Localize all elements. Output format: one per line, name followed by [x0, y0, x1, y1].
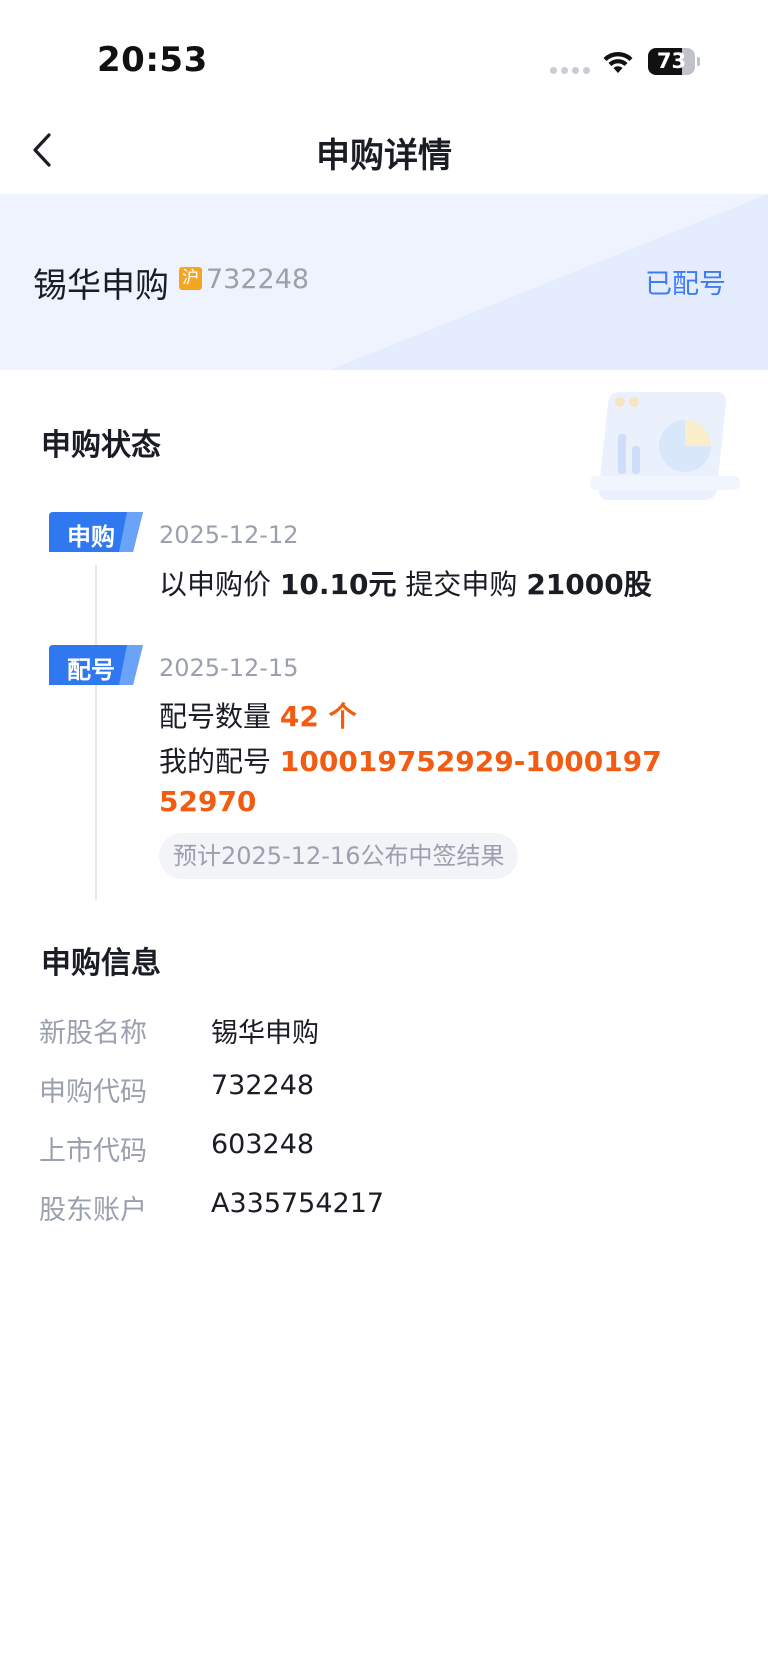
step-date: 2025-12-15 — [159, 654, 299, 682]
page-title: 申购详情 — [316, 136, 452, 176]
allotment-count: 配号数量 42 个 — [159, 700, 357, 733]
navigation-bar: 申购详情 — [0, 110, 768, 194]
allotment-count-value: 42 个 — [279, 700, 357, 733]
battery-level: 73 — [656, 49, 687, 73]
status-time: 20:53 — [97, 40, 208, 80]
cellular-signal-icon — [550, 67, 590, 74]
section-title-info: 申购信息 — [41, 946, 161, 981]
step-badge-allotment: 配号 — [49, 645, 143, 685]
subscribe-shares: 21000股 — [526, 568, 652, 601]
section-title-status: 申购状态 — [41, 428, 161, 463]
timeline-line — [95, 565, 97, 900]
battery-icon: 73 — [648, 48, 700, 75]
step-badge-subscribe: 申购 — [49, 512, 143, 552]
stock-header-card: 锡华申购 沪 732248 已配号 — [0, 194, 768, 370]
stock-code: 732248 — [206, 264, 310, 295]
allotment-number-range: 我的配号 100019752929-100019752970 — [159, 745, 662, 818]
subscribe-price: 10.10元 — [279, 568, 397, 601]
lottery-result-note: 预计2025-12-16公布中签结果 — [159, 833, 519, 879]
status-bar: 20:53 73 — [0, 0, 768, 110]
chart-illustration-icon — [590, 392, 740, 500]
step-date: 2025-12-12 — [159, 521, 299, 549]
stock-name: 锡华申购 — [33, 266, 169, 306]
allotment-status: 已配号 — [645, 269, 726, 300]
market-badge: 沪 — [179, 267, 202, 290]
wifi-icon — [603, 51, 633, 73]
subscribe-summary: 以申购价 10.10元 提交申购 21000股 — [159, 568, 652, 601]
